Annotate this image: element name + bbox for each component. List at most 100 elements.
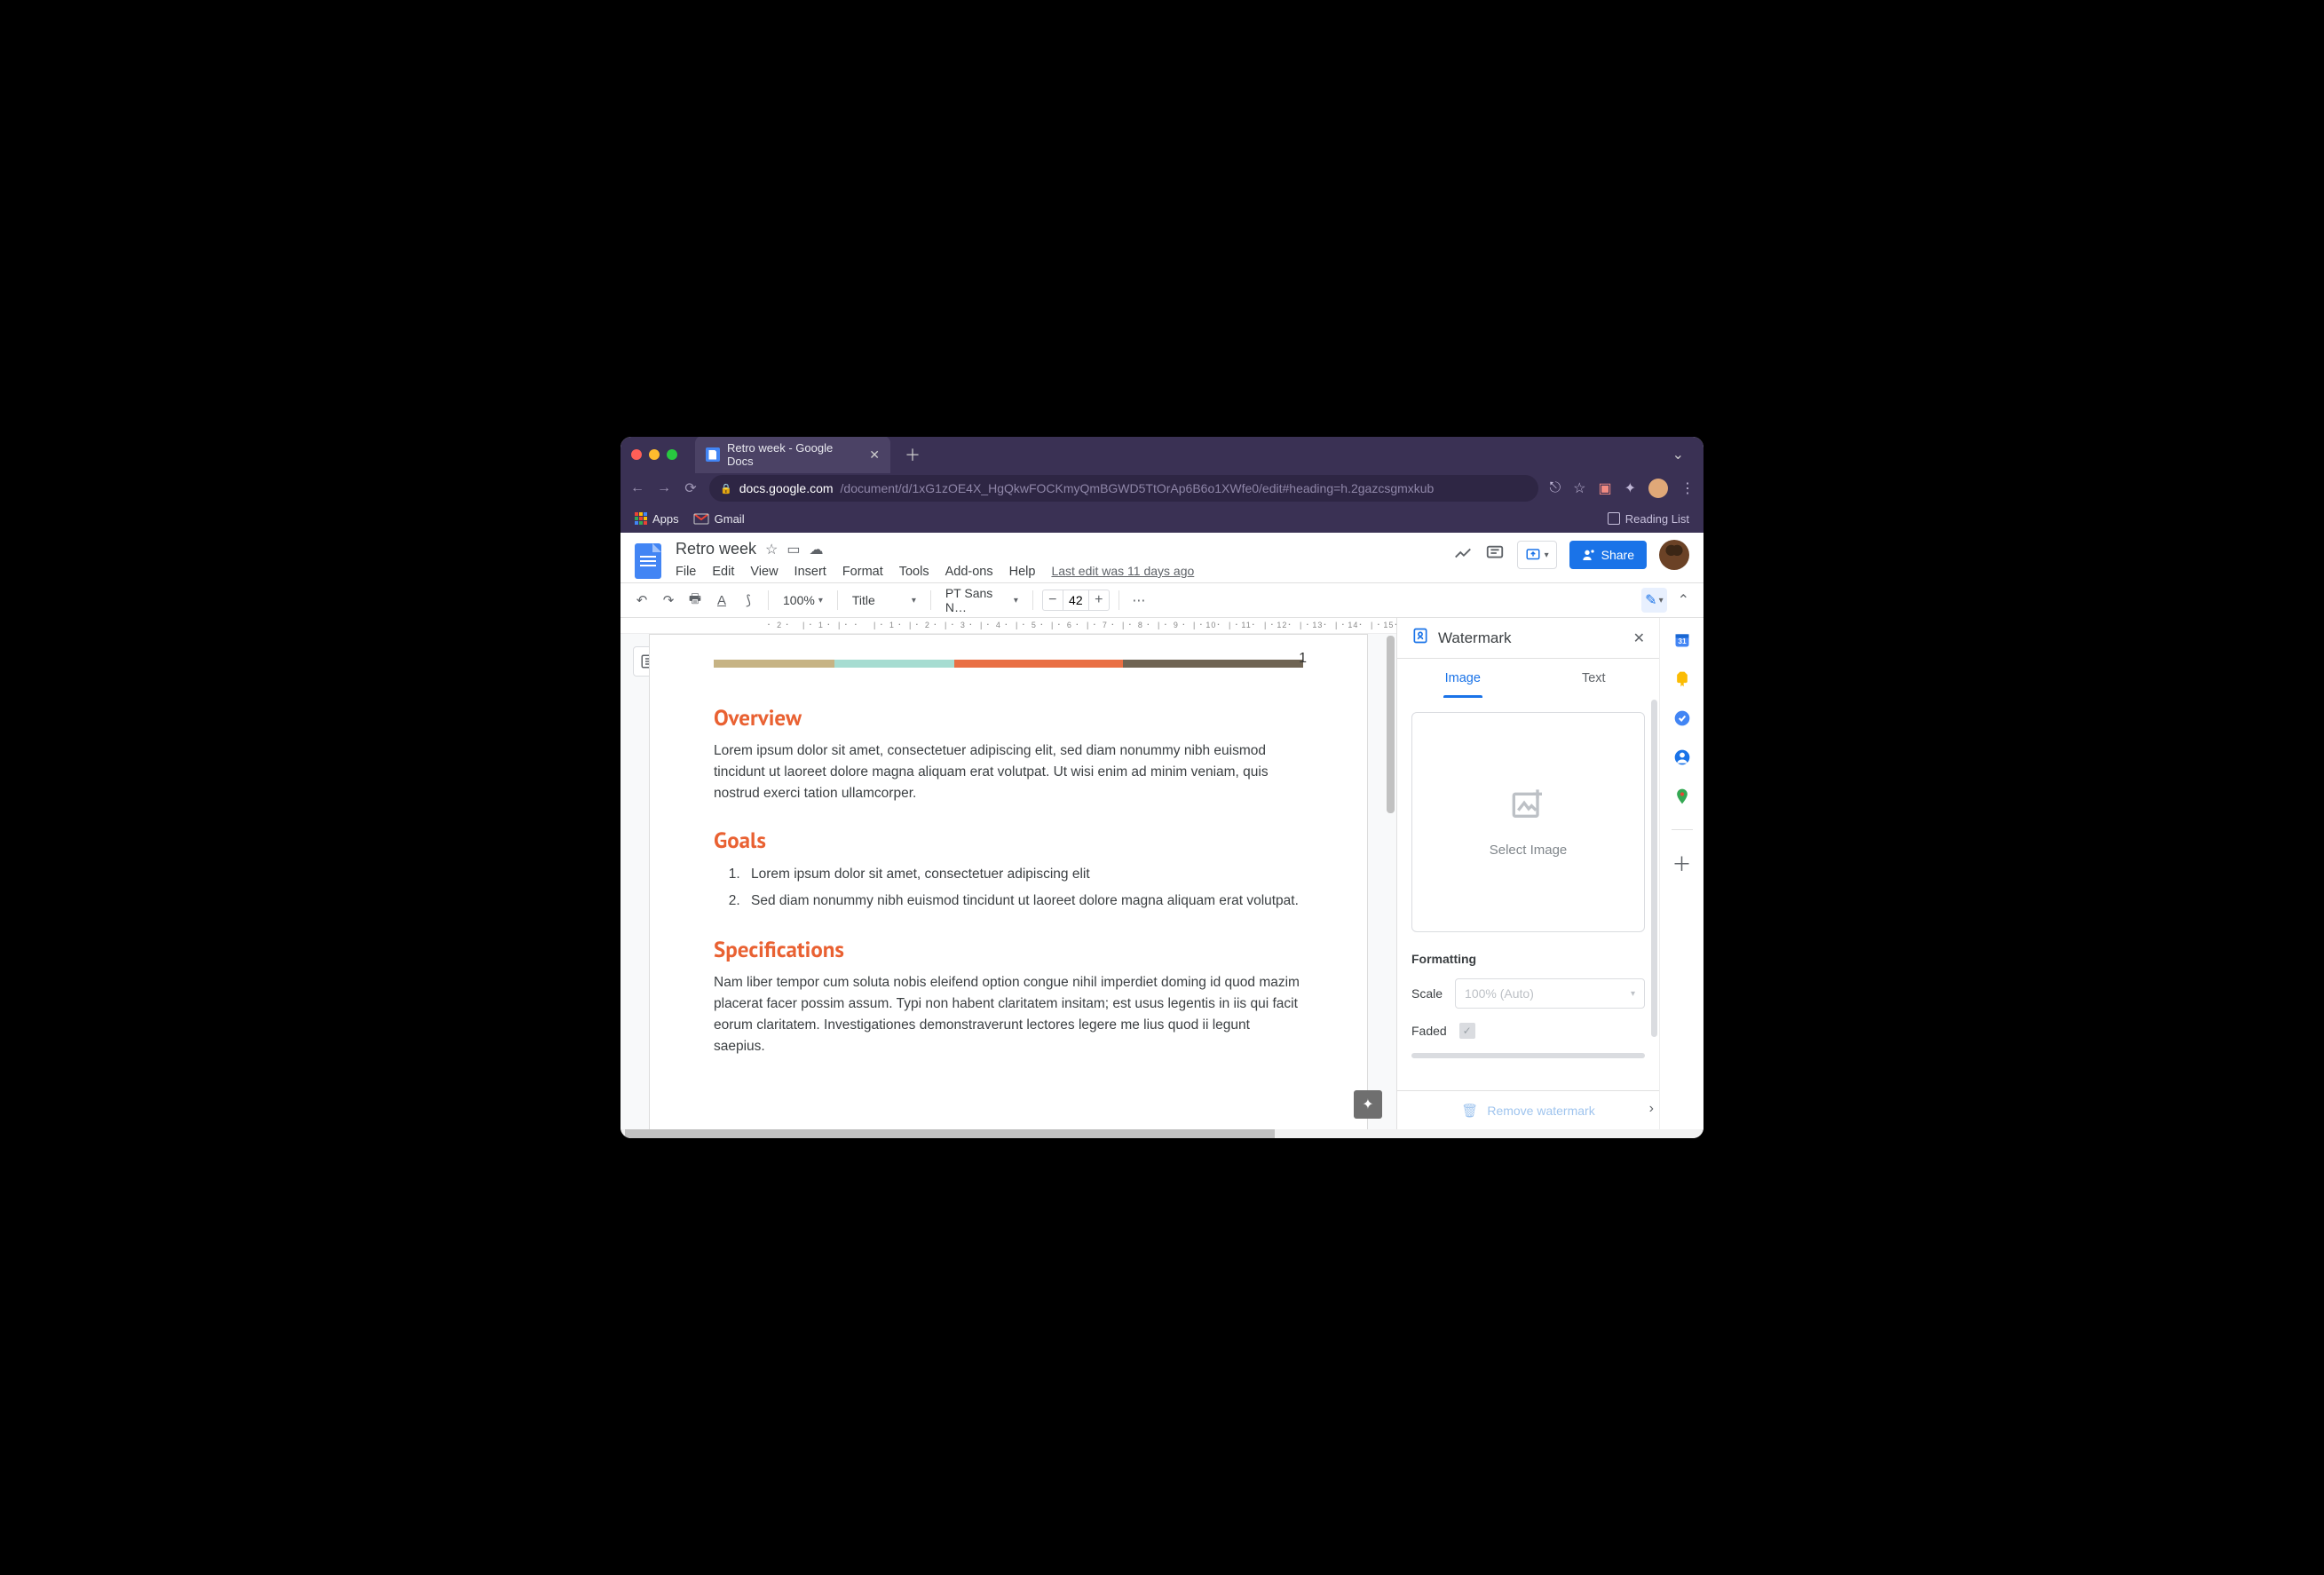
tab-image[interactable]: Image: [1397, 659, 1529, 698]
close-sidebar-icon[interactable]: ✕: [1633, 629, 1645, 647]
reload-button[interactable]: ⟳: [683, 479, 699, 497]
menu-edit[interactable]: Edit: [712, 565, 734, 579]
profile-avatar[interactable]: [1648, 479, 1668, 498]
present-button[interactable]: ▾: [1517, 541, 1557, 569]
paragraph-specifications: Nam liber tempor cum soluta nobis eleife…: [714, 972, 1303, 1057]
select-image-label: Select Image: [1490, 843, 1568, 858]
paint-format-icon[interactable]: ⟆: [738, 590, 759, 611]
omnibox-actions: ⎋ ☆ ▣ ✦ ⋮: [1549, 479, 1695, 498]
collapse-toolbar-icon[interactable]: ⌃: [1674, 588, 1693, 613]
maximize-window[interactable]: [667, 449, 677, 460]
extensions-puzzle-icon[interactable]: ✦: [1624, 479, 1636, 497]
tab-title: Retro week - Google Docs: [727, 441, 862, 468]
browser-tab[interactable]: Retro week - Google Docs ✕: [695, 437, 890, 473]
spellcheck-icon[interactable]: A: [711, 590, 732, 611]
reading-list-button[interactable]: Reading List: [1608, 512, 1689, 526]
gmail-icon: [693, 512, 709, 525]
add-image-icon: [1510, 787, 1547, 827]
back-button[interactable]: ←: [629, 480, 645, 496]
maps-icon[interactable]: [1672, 787, 1692, 806]
faded-checkbox[interactable]: ✓: [1459, 1023, 1475, 1039]
heading-specifications: Specifications: [714, 935, 1303, 963]
list-item: Sed diam nonummy nibh euismod tincidunt …: [744, 890, 1303, 913]
minimize-window[interactable]: [649, 449, 660, 460]
select-image-dropzone[interactable]: Select Image: [1411, 712, 1645, 932]
tasks-icon[interactable]: [1672, 708, 1692, 728]
menu-view[interactable]: View: [750, 565, 778, 579]
tabs-menu-caret-icon[interactable]: ⌄: [1664, 440, 1693, 469]
menu-file[interactable]: File: [676, 565, 696, 579]
move-icon[interactable]: ▭: [787, 541, 800, 558]
document-scroll[interactable]: 1 Overview Lorem ipsum dolor sit amet, c…: [621, 634, 1396, 1129]
extension-icon[interactable]: ▣: [1598, 479, 1611, 497]
docs-favicon-icon: [706, 447, 720, 462]
chevron-down-icon: ▾: [1659, 596, 1664, 605]
zoom-select[interactable]: 100%▾: [778, 590, 828, 611]
document-title[interactable]: Retro week: [676, 540, 756, 558]
star-icon[interactable]: ☆: [765, 541, 778, 558]
explore-fab[interactable]: ✦: [1354, 1090, 1382, 1119]
close-window[interactable]: [631, 449, 642, 460]
docs-home-link[interactable]: [635, 540, 667, 582]
remove-watermark-label: Remove watermark: [1487, 1104, 1594, 1118]
last-edit-link[interactable]: Last edit was 11 days ago: [1051, 564, 1194, 578]
print-icon[interactable]: 🖶: [684, 590, 706, 611]
cloud-status-icon[interactable]: ☁: [810, 541, 824, 558]
paragraph-style-select[interactable]: Title▾: [847, 590, 921, 611]
redo-icon[interactable]: ↷: [658, 590, 679, 611]
sidebar-collapse-icon[interactable]: ›: [1649, 1101, 1654, 1117]
reading-list-icon: [1608, 512, 1620, 525]
close-tab-icon[interactable]: ✕: [869, 447, 880, 463]
bookmark-gmail-label: Gmail: [715, 512, 745, 526]
bookmark-star-icon[interactable]: ☆: [1573, 479, 1585, 497]
goals-list: Lorem ipsum dolor sit amet, consectetuer…: [744, 863, 1303, 914]
bookmark-gmail[interactable]: Gmail: [693, 512, 745, 526]
page[interactable]: 1 Overview Lorem ipsum dolor sit amet, c…: [649, 634, 1368, 1129]
font-size-increase[interactable]: +: [1089, 590, 1109, 610]
menu-insert[interactable]: Insert: [794, 565, 826, 579]
sidebar-horizontal-scrollbar[interactable]: [1411, 1053, 1645, 1058]
menu-tools[interactable]: Tools: [899, 565, 929, 579]
font-size-value[interactable]: 42: [1063, 590, 1089, 610]
font-select[interactable]: PT Sans N…▾: [940, 582, 1024, 618]
forward-button[interactable]: →: [656, 480, 672, 496]
undo-icon[interactable]: ↶: [631, 590, 652, 611]
bookmark-apps[interactable]: Apps: [635, 512, 679, 526]
paragraph-overview: Lorem ipsum dolor sit amet, consectetuer…: [714, 740, 1303, 804]
url-bar: ← → ⟳ 🔒 docs.google.com/document/d/1xG1z…: [621, 472, 1703, 504]
faded-row: Faded ✓: [1411, 1023, 1645, 1039]
chrome-menu-icon[interactable]: ⋮: [1680, 479, 1695, 497]
trash-icon: 🗑: [1461, 1103, 1478, 1119]
activity-icon[interactable]: [1453, 543, 1473, 567]
side-rail: 31 ＋: [1659, 618, 1703, 1129]
sidebar-header: Watermark ✕: [1397, 618, 1659, 659]
menu-addons[interactable]: Add-ons: [945, 565, 993, 579]
keep-icon[interactable]: [1672, 669, 1692, 689]
comments-icon[interactable]: [1485, 543, 1505, 567]
new-tab-button[interactable]: ＋: [897, 439, 928, 470]
menu-help[interactable]: Help: [1009, 565, 1036, 579]
omnibox[interactable]: 🔒 docs.google.com/document/d/1xG1zOE4X_H…: [709, 475, 1538, 502]
tab-text[interactable]: Text: [1529, 659, 1660, 698]
menu-format[interactable]: Format: [842, 565, 883, 579]
font-size-control: − 42 +: [1042, 590, 1110, 611]
scale-row: Scale 100% (Auto) ▾: [1411, 978, 1645, 1009]
add-addon-icon[interactable]: ＋: [1672, 853, 1692, 873]
scale-value: 100% (Auto): [1465, 986, 1534, 1001]
calendar-icon[interactable]: 31: [1672, 630, 1692, 650]
share-page-icon[interactable]: ⎋: [1549, 480, 1561, 496]
heading-overview: Overview: [714, 703, 1303, 732]
bottom-scrollbar[interactable]: [621, 1129, 1703, 1138]
svg-text:31: 31: [1678, 637, 1687, 645]
font-size-decrease[interactable]: −: [1043, 590, 1063, 610]
horizontal-ruler[interactable]: ⠂ 2 ⠂| ⠂ 1 ⠂| ⠂ ⠂| ⠂ 1 ⠂| ⠂ 2 ⠂| ⠂ 3 ⠂| …: [621, 618, 1396, 634]
remove-watermark-button[interactable]: 🗑 Remove watermark: [1397, 1090, 1659, 1129]
share-button[interactable]: Share: [1569, 541, 1647, 569]
contacts-icon[interactable]: [1672, 748, 1692, 767]
account-avatar[interactable]: [1659, 540, 1689, 570]
sidebar-scrollbar[interactable]: [1651, 700, 1657, 1037]
more-tools-icon[interactable]: ⋯: [1128, 590, 1150, 611]
scale-select[interactable]: 100% (Auto) ▾: [1455, 978, 1645, 1009]
vertical-scrollbar[interactable]: [1387, 636, 1395, 991]
editing-mode-button[interactable]: ✎ ▾: [1641, 588, 1666, 613]
